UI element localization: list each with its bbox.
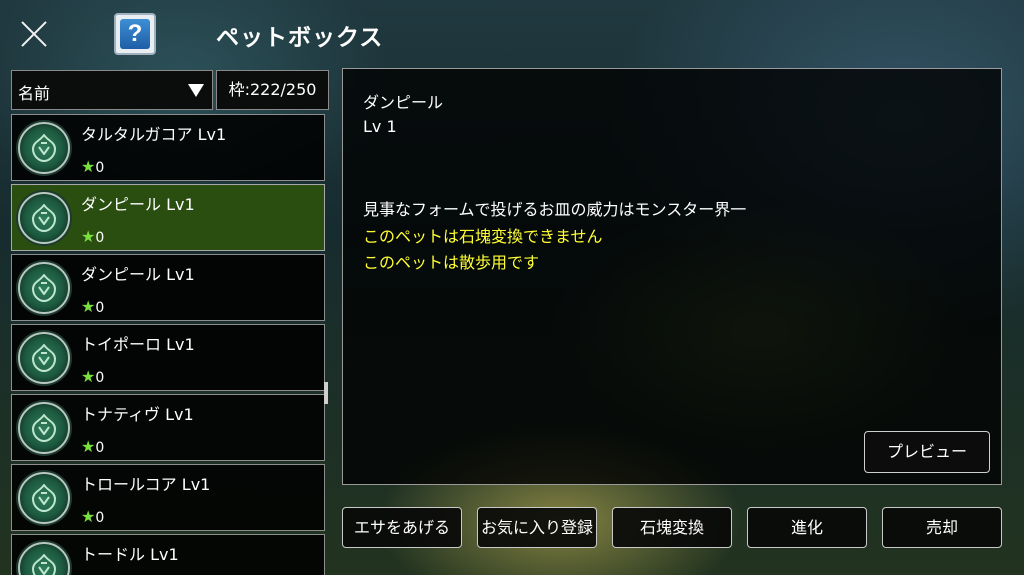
- pet-emblem-icon: [18, 472, 70, 524]
- pet-name: トイポーロ Lv1: [81, 335, 195, 354]
- star-icon: ★: [81, 227, 96, 246]
- sell-button[interactable]: 売却: [882, 507, 1002, 548]
- evolve-button[interactable]: 進化: [747, 507, 867, 548]
- help-button[interactable]: ?: [114, 13, 156, 55]
- pet-list-item[interactable]: トナティヴ Lv1 ★0: [11, 394, 325, 461]
- capacity-display: 枠:222/250: [216, 70, 329, 110]
- pet-emblem-icon: [18, 262, 70, 314]
- detail-pet-name: ダンピール: [363, 93, 444, 112]
- star-icon: ★: [81, 437, 96, 456]
- pet-stars: ★0: [81, 227, 105, 246]
- pet-list[interactable]: タルタルガコア Lv1 ★0 ダンピール Lv1 ★0 ダンピール Lv1 ★0…: [11, 114, 327, 575]
- pet-list-item-selected[interactable]: ダンピール Lv1 ★0: [11, 184, 325, 251]
- detail-note-convert: このペットは石塊変換できません: [363, 227, 603, 246]
- detail-pet-level: Lv 1: [363, 117, 397, 136]
- pet-stars: ★0: [81, 437, 105, 456]
- pet-emblem-icon: [18, 542, 70, 575]
- pet-name: トロールコア Lv1: [81, 475, 211, 494]
- star-icon: ★: [81, 367, 96, 386]
- star-icon: ★: [81, 297, 96, 316]
- pet-emblem-icon: [18, 402, 70, 454]
- pet-name: ダンピール Lv1: [81, 195, 195, 214]
- pet-list-item[interactable]: ダンピール Lv1 ★0: [11, 254, 325, 321]
- pet-detail-panel: ダンピール Lv 1 見事なフォームで投げるお皿の威力はモンスター界一 このペッ…: [342, 68, 1002, 485]
- pet-name: タルタルガコア Lv1: [81, 125, 227, 144]
- pet-name: トナティヴ Lv1: [81, 405, 194, 424]
- sort-dropdown[interactable]: 名前: [11, 70, 213, 110]
- pet-name: ダンピール Lv1: [81, 265, 195, 284]
- favorite-button[interactable]: お気に入り登録: [477, 507, 597, 548]
- pet-list-item[interactable]: タルタルガコア Lv1 ★0: [11, 114, 325, 181]
- page-title: ペットボックス: [216, 25, 384, 51]
- pet-emblem-icon: [18, 192, 70, 244]
- pet-emblem-icon: [18, 122, 70, 174]
- pet-emblem-icon: [18, 332, 70, 384]
- close-button[interactable]: [14, 14, 54, 54]
- feed-button[interactable]: エサをあげる: [342, 507, 462, 548]
- help-icon: ?: [120, 19, 150, 49]
- detail-note-walk: このペットは散歩用です: [363, 253, 540, 272]
- preview-button[interactable]: プレビュー: [864, 431, 990, 473]
- pet-stars: ★0: [81, 367, 105, 386]
- star-icon: ★: [81, 507, 96, 526]
- detail-description: 見事なフォームで投げるお皿の威力はモンスター界一: [363, 200, 747, 219]
- pet-list-item[interactable]: トイポーロ Lv1 ★0: [11, 324, 325, 391]
- convert-button[interactable]: 石塊変換: [612, 507, 732, 548]
- pet-stars: ★0: [81, 157, 105, 176]
- list-scrollbar[interactable]: [324, 382, 328, 404]
- pet-stars: ★0: [81, 507, 105, 526]
- sort-dropdown-label: 名前: [18, 84, 51, 103]
- pet-list-item[interactable]: トードル Lv1 ★0: [11, 534, 325, 575]
- pet-name: トードル Lv1: [81, 545, 179, 564]
- star-icon: ★: [81, 157, 96, 176]
- pet-list-item[interactable]: トロールコア Lv1 ★0: [11, 464, 325, 531]
- chevron-down-icon: [188, 84, 204, 97]
- pet-stars: ★0: [81, 297, 105, 316]
